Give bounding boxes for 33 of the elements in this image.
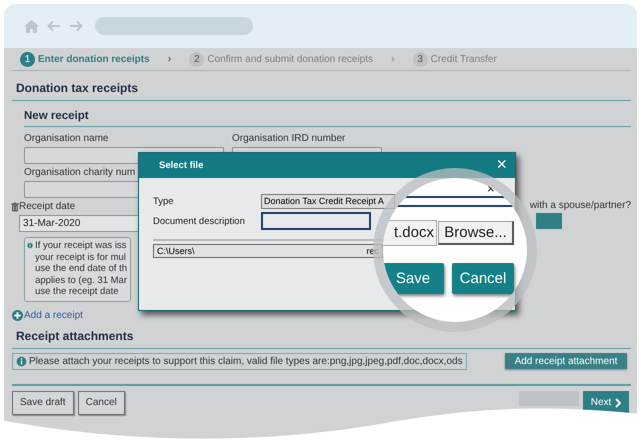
chevron-text: › bbox=[168, 53, 172, 65]
dialog-title: Select file bbox=[159, 160, 204, 171]
field-label: Organisation name bbox=[24, 133, 110, 144]
dialog-button[interactable]: Save bbox=[383, 263, 444, 294]
home-icon[interactable] bbox=[24, 20, 39, 32]
section-title: Donation tax receipts bbox=[12, 71, 631, 101]
footer-button[interactable]: Save draft bbox=[12, 390, 74, 414]
step-tab[interactable]: 1 Enter donation receipts bbox=[20, 52, 150, 66]
field-label: Organisation charity num bbox=[24, 167, 136, 178]
add-attachment-button[interactable]: Add receipt attachment bbox=[505, 353, 627, 369]
chevron-icon bbox=[615, 398, 622, 408]
trash-icon[interactable] bbox=[11, 201, 20, 213]
chevron-text: › bbox=[391, 53, 395, 65]
add-receipt-link[interactable]: Add a receipt bbox=[24, 310, 83, 320]
info-text: If your receipt was iss your receipt is for mul use the end date of th applies to (eg. 31 Mar use the receipt date bbox=[35, 240, 127, 298]
dialog-button[interactable]: Cancel bbox=[452, 263, 514, 294]
field-label: Type bbox=[153, 196, 175, 206]
info-text: Please attach your receipts to support this claim, valid file types are:png,jpg,jpeg,pdf,doc,docx,ods bbox=[29, 356, 463, 366]
browse-button[interactable]: Browse... bbox=[438, 221, 514, 245]
forward-icon[interactable] bbox=[69, 20, 83, 32]
footer-button[interactable]: Cancel bbox=[78, 390, 125, 414]
field-label: Organisation IRD number bbox=[232, 133, 346, 144]
type-select[interactable]: Donation Tax Credit Receipt A bbox=[261, 194, 395, 208]
add-icon[interactable] bbox=[12, 310, 23, 320]
file-name-field[interactable]: t.docx bbox=[383, 220, 437, 246]
question-text: with a spouse/partner? bbox=[530, 200, 631, 211]
subsection-title: New receipt bbox=[24, 101, 631, 127]
info-icon bbox=[16, 356, 27, 366]
info-icon bbox=[27, 240, 34, 251]
back-icon[interactable] bbox=[47, 20, 61, 32]
step-tab[interactable]: 3 Credit Transfer bbox=[412, 52, 497, 66]
close-button[interactable]: × bbox=[496, 158, 507, 170]
step-tab[interactable]: 2 Confirm and submit donation receipts bbox=[189, 52, 373, 66]
